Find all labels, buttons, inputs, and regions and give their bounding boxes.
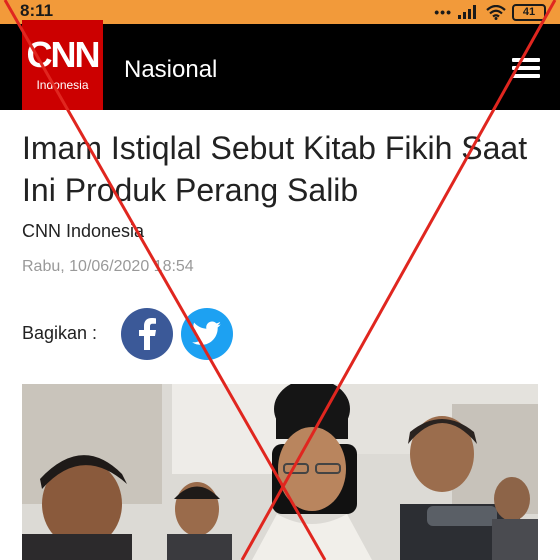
twitter-share-button[interactable] bbox=[181, 308, 233, 360]
article-headline: Imam Istiqlal Sebut Kitab Fikih Saat Ini… bbox=[22, 130, 528, 208]
cnn-indonesia-logo[interactable]: CNN Indonesia bbox=[22, 20, 103, 110]
article-author[interactable]: CNN Indonesia bbox=[22, 221, 144, 242]
battery-icon: 41 bbox=[512, 3, 546, 21]
twitter-icon bbox=[192, 321, 221, 345]
more-dots-icon: ••• bbox=[434, 4, 452, 20]
photo-illustration bbox=[22, 384, 538, 560]
facebook-share-button[interactable] bbox=[121, 308, 173, 360]
logo-cnn-text: CNN bbox=[26, 34, 101, 75]
signal-icon bbox=[458, 5, 476, 19]
status-time: 8:11 bbox=[20, 1, 54, 20]
facebook-icon bbox=[139, 318, 156, 350]
status-icons: ••• 41 bbox=[434, 3, 546, 21]
article-timestamp: Rabu, 10/06/2020 18:54 bbox=[22, 258, 194, 275]
section-title[interactable]: Nasional bbox=[124, 56, 217, 84]
wifi-icon bbox=[486, 4, 506, 20]
share-label: Bagikan : bbox=[22, 323, 98, 343]
hamburger-menu-icon[interactable] bbox=[512, 58, 540, 78]
article-photo bbox=[22, 384, 538, 560]
logo-subtext: Indonesia bbox=[36, 78, 89, 92]
